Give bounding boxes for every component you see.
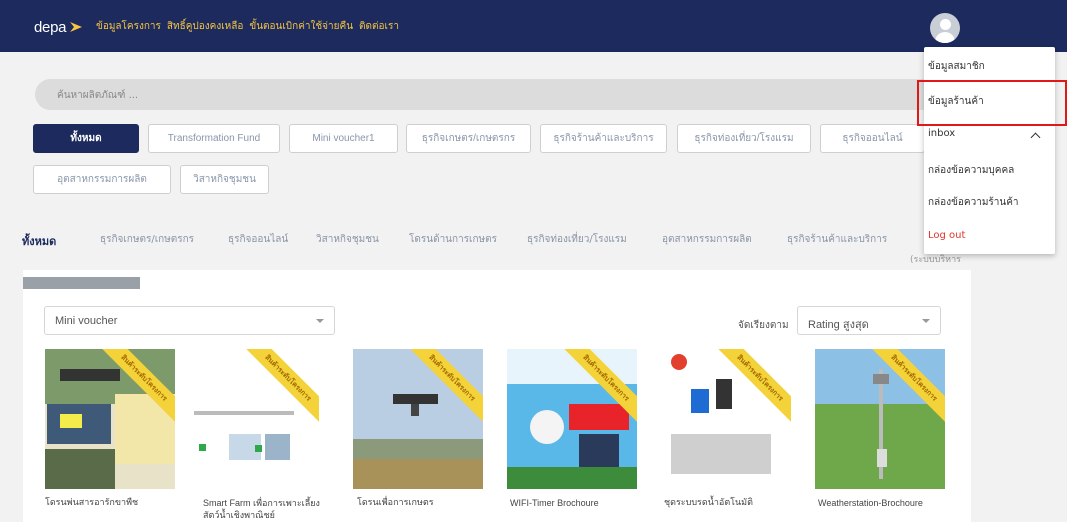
chip-agriculture[interactable]: ธุรกิจเกษตร/เกษตรกร <box>406 124 531 153</box>
search-placeholder: ค้นหาผลิตภัณฑ์ ... <box>57 90 139 101</box>
nav-link-coupon-balance[interactable]: สิทธิ์คูปองคงเหลือ <box>167 19 243 34</box>
logo-text: depa <box>34 18 67 36</box>
avatar-head-shape <box>940 19 951 30</box>
tab-agriculture[interactable]: ธุรกิจเกษตร/เกษตรกร <box>100 232 194 247</box>
avatar-body-shape <box>935 32 955 43</box>
tab-community-enterprise[interactable]: วิสาหกิจชุมชน <box>316 232 379 247</box>
menu-item-inbox[interactable]: inbox <box>928 128 955 139</box>
tab-all[interactable]: ทั้งหมด <box>22 232 56 250</box>
search-input[interactable]: ค้นหาผลิตภัณฑ์ ... <box>35 79 955 110</box>
product-image-wifi-timer <box>507 349 637 489</box>
highlight-box <box>917 80 1067 126</box>
product-title-5[interactable]: ชุดระบบรดน้ำอัตโนมัติ <box>664 497 794 509</box>
chevron-up-icon[interactable] <box>1030 132 1041 143</box>
product-title-6[interactable]: Weatherstation-Brochoure <box>818 497 948 509</box>
product-card-2[interactable]: สินค้าระดับโครงการ <box>189 349 319 489</box>
product-image-agri-drone <box>353 349 483 489</box>
product-title-2[interactable]: Smart Farm เพื่อการเพาะเลี้ยงสัตว์น้ำเชิ… <box>203 497 333 521</box>
menu-item-store-messages[interactable]: กล่องข้อความร้านค้า <box>928 195 1019 210</box>
user-avatar[interactable] <box>930 13 960 43</box>
sort-select[interactable]: Rating สูงสุด <box>797 306 941 335</box>
product-card-5[interactable]: สินค้าระดับโครงการ <box>661 349 791 489</box>
product-card-3[interactable]: สินค้าระดับโครงการ <box>353 349 483 489</box>
chip-manufacturing[interactable]: อุตสาหกรรมการผลิต <box>33 165 171 194</box>
chip-all[interactable]: ทั้งหมด <box>33 124 139 153</box>
chip-mini-voucher1[interactable]: Mini voucher1 <box>289 124 398 153</box>
menu-item-logout[interactable]: Log out <box>928 230 965 241</box>
product-title-4[interactable]: WIFI-Timer Brochoure <box>510 497 640 509</box>
chevron-down-icon <box>922 319 930 323</box>
product-image-drone-spray <box>45 349 175 489</box>
product-card-1[interactable]: สินค้าระดับโครงการ <box>45 349 175 489</box>
product-image-smart-farm <box>189 349 319 489</box>
product-image-auto-watering <box>661 349 791 489</box>
logo-arrow-icon <box>70 22 83 32</box>
product-card-4[interactable]: สินค้าระดับโครงการ <box>507 349 637 489</box>
chip-online-business[interactable]: ธุรกิจออนไลน์ <box>820 124 925 153</box>
panel-header-bar <box>23 277 140 289</box>
sort-label: จัดเรียงตาม <box>738 320 789 331</box>
tab-tail-text: (ระบบบริหาร <box>910 255 961 265</box>
nav-link-contact[interactable]: ติดต่อเรา <box>359 19 399 34</box>
tab-online-business[interactable]: ธุรกิจออนไลน์ <box>228 232 288 247</box>
chip-community-enterprise[interactable]: วิสาหกิจชุมชน <box>180 165 269 194</box>
menu-item-personal-messages[interactable]: กล่องข้อความบุคคล <box>928 163 1014 178</box>
menu-item-member-info[interactable]: ข้อมูลสมาชิก <box>928 59 985 74</box>
product-title-3[interactable]: โดรนเพื่อการเกษตร <box>357 497 487 509</box>
tab-retail-services[interactable]: ธุรกิจร้านค้าและบริการ <box>787 232 887 247</box>
tab-agri-drone[interactable]: โดรนด้านการเกษตร <box>409 232 497 247</box>
top-navbar: depa ข้อมูลโครงการ สิทธิ์คูปองคงเหลือ ขั… <box>0 0 1067 52</box>
nav-links: ข้อมูลโครงการ สิทธิ์คูปองคงเหลือ ขั้นตอน… <box>96 19 399 34</box>
nav-link-reimbursement-steps[interactable]: ขั้นตอนเบิกค่าใช้จ่ายคืน <box>249 19 353 34</box>
chevron-down-icon <box>316 319 324 323</box>
tab-tourism-hotel[interactable]: ธุรกิจท่องเที่ยว/โรงแรม <box>527 232 627 247</box>
voucher-select-value: Mini voucher <box>55 315 118 327</box>
chip-transformation-fund[interactable]: Transformation Fund <box>148 124 280 153</box>
chip-tourism-hotel[interactable]: ธุรกิจท่องเที่ยว/โรงแรม <box>677 124 811 153</box>
chip-retail-services[interactable]: ธุรกิจร้านค้าและบริการ <box>540 124 667 153</box>
voucher-select[interactable]: Mini voucher <box>44 306 335 335</box>
product-card-6[interactable]: สินค้าระดับโครงการ <box>815 349 945 489</box>
user-menu-dropdown: ข้อมูลสมาชิก ข้อมูลร้านค้า inbox กล่องข้… <box>924 47 1055 254</box>
nav-link-project-info[interactable]: ข้อมูลโครงการ <box>96 19 161 34</box>
product-title-1[interactable]: โดรนพ่นสารอารักขาพืช <box>45 497 175 509</box>
sort-select-value: Rating สูงสุด <box>808 319 869 331</box>
depa-logo[interactable]: depa <box>34 16 84 38</box>
product-image-weather-station <box>815 349 945 489</box>
tab-manufacturing[interactable]: อุตสาหกรรมการผลิต <box>662 232 752 247</box>
